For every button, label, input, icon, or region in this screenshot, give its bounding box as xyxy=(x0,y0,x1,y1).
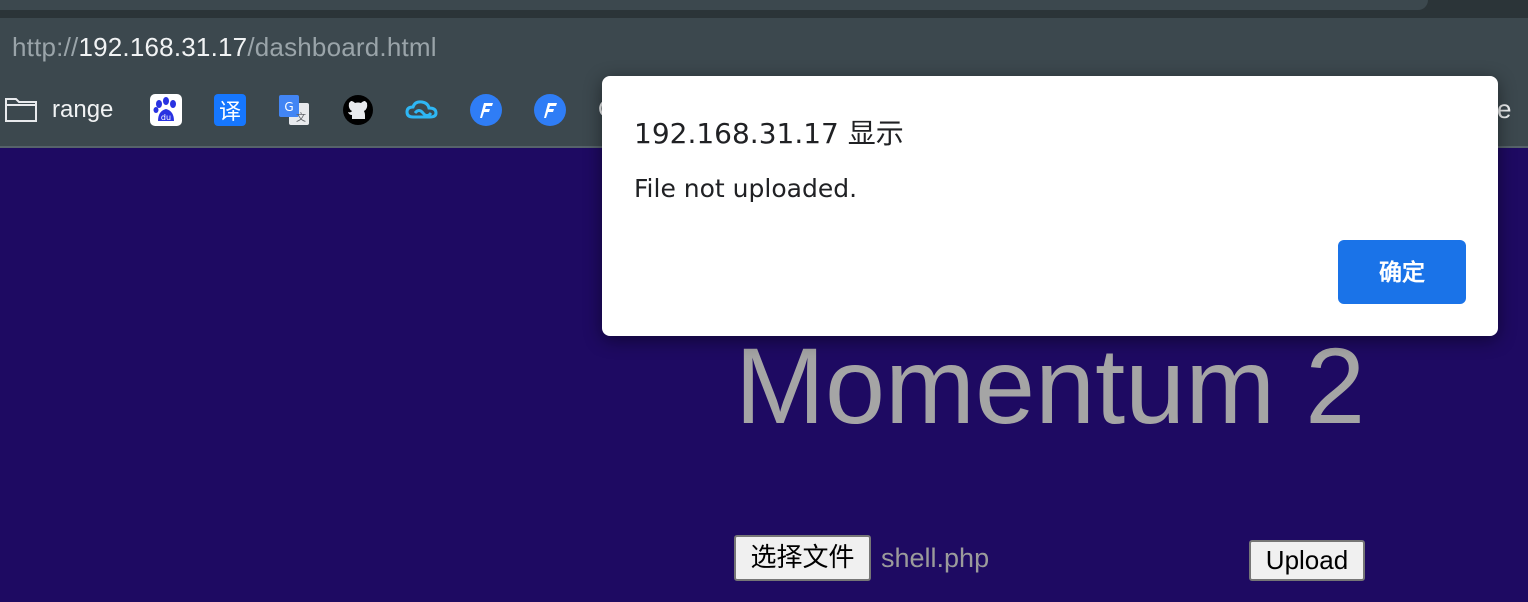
github-icon[interactable] xyxy=(341,93,375,127)
dialog-title: 192.168.31.17 显示 xyxy=(634,117,904,150)
choose-file-button[interactable]: 选择文件 xyxy=(734,535,871,581)
bookmark-folder-range[interactable]: range xyxy=(52,96,113,124)
url-scheme: http:// xyxy=(12,32,79,62)
tab-strip xyxy=(0,0,1528,18)
svg-text:du: du xyxy=(161,113,171,122)
alert-dialog: 192.168.31.17 显示 File not uploaded. 确定 xyxy=(602,76,1498,336)
address-bar[interactable]: http://192.168.31.17/dashboard.html xyxy=(0,18,1528,74)
active-tab[interactable] xyxy=(0,0,1428,10)
baidu-icon[interactable]: du xyxy=(149,93,183,127)
dialog-message: File not uploaded. xyxy=(634,174,858,203)
google-translate-icon[interactable]: G 文 xyxy=(277,93,311,127)
ok-button[interactable]: 确定 xyxy=(1338,240,1466,304)
page-title: Momentum 2 xyxy=(735,325,1366,446)
cloud-icon[interactable] xyxy=(405,93,439,127)
app-f-icon[interactable] xyxy=(469,93,503,127)
app-f-icon-2[interactable] xyxy=(533,93,567,127)
translate-icon[interactable]: 译 xyxy=(213,93,247,127)
url-text[interactable]: http://192.168.31.17/dashboard.html xyxy=(12,32,437,62)
url-path: /dashboard.html xyxy=(247,32,437,62)
selected-file-name: shell.php xyxy=(881,543,990,573)
folder-icon[interactable] xyxy=(4,95,38,123)
url-host: 192.168.31.17 xyxy=(78,32,248,62)
svg-text:G: G xyxy=(284,100,293,114)
bookmark-partial-right[interactable]: e xyxy=(1497,94,1511,125)
svg-text:译: 译 xyxy=(219,100,241,125)
upload-button[interactable]: Upload xyxy=(1249,540,1365,581)
svg-text:文: 文 xyxy=(296,111,306,124)
